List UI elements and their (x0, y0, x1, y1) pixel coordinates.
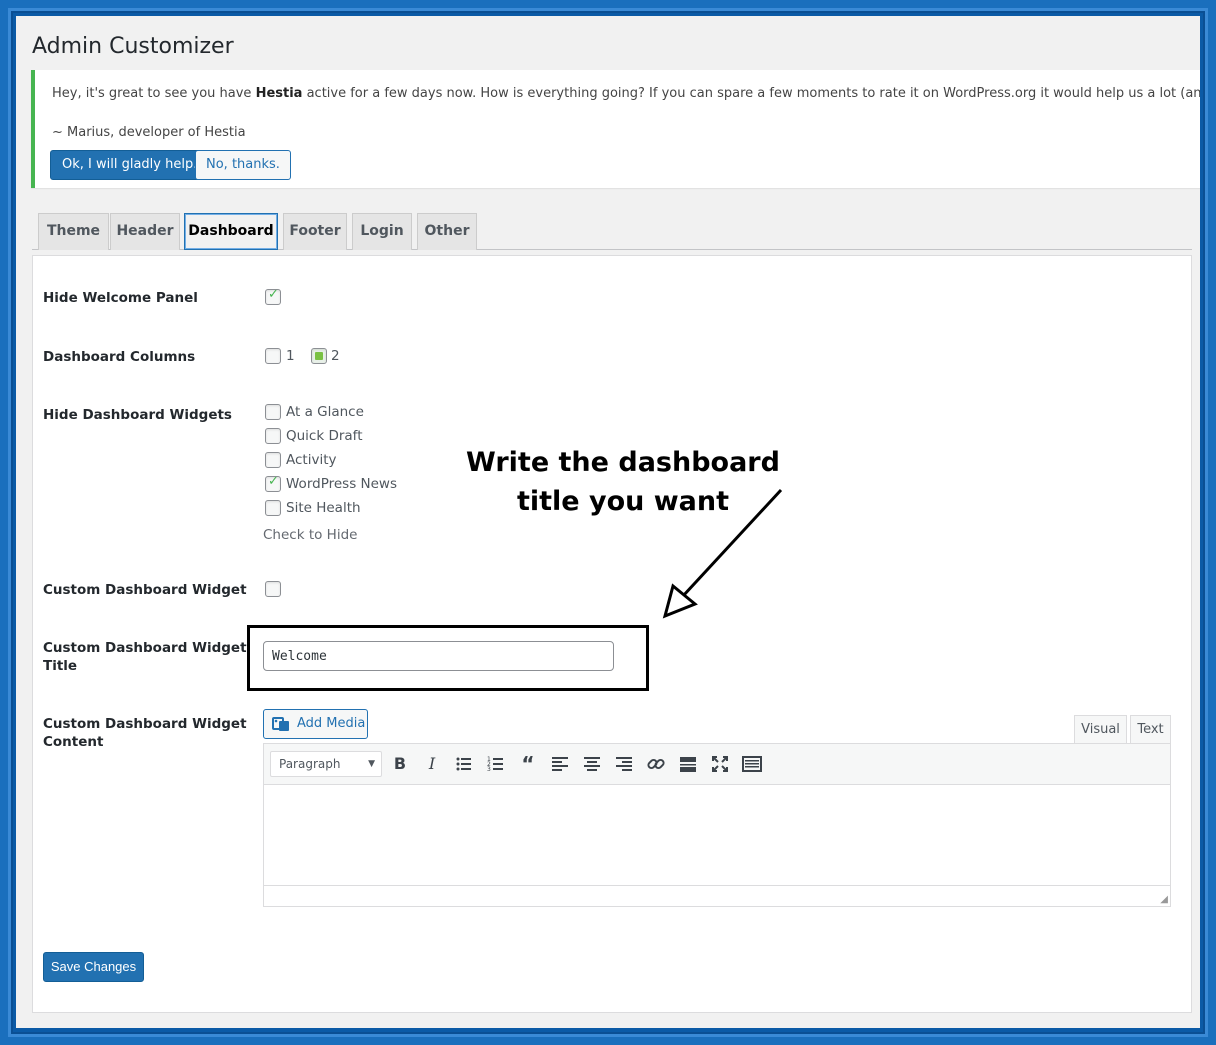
add-media-icon (272, 716, 290, 732)
widget-site-health-label: Site Health (286, 500, 361, 516)
custom-widget-content-label-line1: Custom Dashboard Widget (43, 716, 247, 732)
editor-toolbar: Paragraph ▼ B I 123 “ (264, 744, 1170, 785)
numbered-list-icon[interactable]: 123 (484, 752, 508, 776)
custom-widget-label: Custom Dashboard Widget (43, 582, 247, 598)
add-media-button[interactable]: Add Media (263, 709, 368, 739)
rating-notice: Hey, it's great to see you have Hestia a… (31, 70, 1200, 188)
blockquote-icon[interactable]: “ (516, 752, 540, 776)
toolbar-toggle-icon[interactable] (740, 752, 764, 776)
widget-wordpress-news-checkbox[interactable] (265, 474, 281, 492)
custom-widget-title-label-line2: Title (43, 658, 78, 674)
custom-widget-content-label-line2: Content (43, 734, 104, 750)
read-more-icon[interactable] (676, 752, 700, 776)
columns-1-label: 1 (286, 348, 295, 364)
annotation-line-1: Write the dashboard (466, 447, 780, 478)
notice-signature: ~ Marius, developer of Hestia (52, 125, 246, 140)
tab-header[interactable]: Header (110, 213, 180, 250)
resize-handle-icon[interactable]: ◢ (1160, 894, 1168, 905)
editor-status-bar: ◢ (264, 885, 1170, 906)
hide-welcome-checkbox[interactable] (265, 287, 281, 305)
tab-other[interactable]: Other (417, 213, 477, 250)
notice-message: Hey, it's great to see you have Hestia a… (52, 86, 1200, 101)
tab-dashboard[interactable]: Dashboard (184, 213, 278, 250)
dashboard-settings-panel: Hide Welcome Panel Dashboard Columns 1 2… (32, 255, 1192, 1013)
italic-icon[interactable]: I (420, 752, 444, 776)
columns-2-label: 2 (331, 348, 340, 364)
columns-1-radio[interactable] (265, 348, 281, 364)
bold-icon[interactable]: B (388, 752, 412, 776)
annotation-arrow (662, 488, 783, 619)
custom-widget-title-label: Custom Dashboard Widget Title (43, 639, 247, 675)
editor-tab-visual[interactable]: Visual (1074, 715, 1127, 744)
notice-text-after: active for a few days now. How is everyt… (306, 86, 1200, 101)
custom-widget-title-label-line1: Custom Dashboard Widget (43, 640, 247, 656)
gladly-help-button[interactable]: Ok, I will gladly help. (50, 150, 210, 180)
align-center-icon[interactable] (580, 752, 604, 776)
check-to-hide-hint: Check to Hide (263, 527, 358, 543)
hide-widgets-label: Hide Dashboard Widgets (43, 407, 232, 423)
no-thanks-button[interactable]: No, thanks. (195, 150, 291, 180)
widget-activity-checkbox[interactable] (265, 452, 281, 468)
notice-text-before: Hey, it's great to see you have (52, 86, 256, 101)
widget-quick-draft-checkbox[interactable] (265, 428, 281, 444)
dashboard-columns-label: Dashboard Columns (43, 349, 196, 365)
tab-login[interactable]: Login (352, 213, 412, 250)
widget-activity-label: Activity (286, 452, 337, 468)
settings-tabs: Theme Header Dashboard Footer Login Othe… (32, 213, 1192, 250)
format-select[interactable]: Paragraph ▼ (270, 751, 382, 777)
hide-welcome-label: Hide Welcome Panel (43, 290, 198, 306)
align-left-icon[interactable] (548, 752, 572, 776)
fullscreen-icon[interactable] (708, 752, 732, 776)
widget-at-a-glance-checkbox[interactable] (265, 404, 281, 420)
editor-tab-text[interactable]: Text (1130, 715, 1171, 744)
custom-widget-content-label: Custom Dashboard Widget Content (43, 715, 247, 751)
save-changes-button[interactable]: Save Changes (43, 952, 144, 982)
widget-site-health-checkbox[interactable] (265, 500, 281, 516)
align-right-icon[interactable] (612, 752, 636, 776)
chevron-down-icon: ▼ (368, 759, 375, 769)
tab-footer[interactable]: Footer (283, 213, 347, 250)
tab-theme[interactable]: Theme (38, 213, 109, 250)
widget-quick-draft-label: Quick Draft (286, 428, 363, 444)
link-icon[interactable] (644, 752, 668, 776)
add-media-label: Add Media (297, 716, 366, 731)
format-select-value: Paragraph (279, 757, 341, 771)
page-title: Admin Customizer (32, 34, 234, 59)
editor-content-area[interactable] (264, 785, 1170, 885)
columns-2-radio[interactable] (311, 348, 327, 364)
admin-page: Admin Customizer Hey, it's great to see … (16, 16, 1200, 1028)
custom-widget-title-input[interactable] (263, 641, 614, 671)
widget-wordpress-news-label: WordPress News (286, 476, 397, 492)
bullet-list-icon[interactable] (452, 752, 476, 776)
custom-widget-checkbox[interactable] (265, 581, 281, 597)
content-editor: Paragraph ▼ B I 123 “ ◢ (263, 743, 1171, 907)
notice-theme-name: Hestia (255, 86, 303, 101)
svg-text:3: 3 (487, 766, 491, 773)
widget-at-a-glance-label: At a Glance (286, 404, 364, 420)
